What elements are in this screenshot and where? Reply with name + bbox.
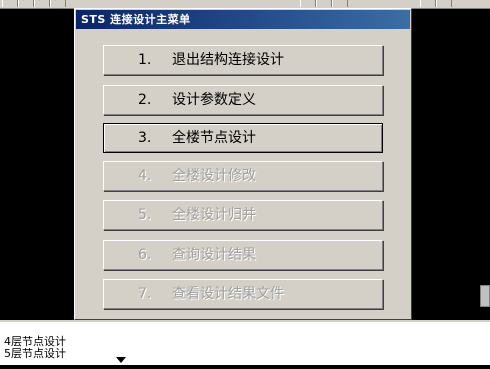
toolbar-button[interactable] — [34, 0, 50, 7]
toolbar-button[interactable] — [332, 0, 348, 7]
menu-item-node-design[interactable]: 3. 全楼节点设计 — [103, 123, 383, 153]
toolbar-button[interactable] — [436, 0, 452, 7]
toolbar-button[interactable] — [420, 0, 436, 7]
menu-item-view-result-file[interactable]: 7. 查看设计结果文件 — [103, 279, 383, 309]
menu-item-label: 设计参数定义 — [172, 92, 256, 108]
menu-item-number: 4. — [138, 168, 152, 184]
menu-item-number: 5. — [138, 207, 152, 223]
menu-item-label: 全楼设计修改 — [172, 168, 256, 184]
dialog-title: STS 连接设计主菜单 — [76, 10, 410, 29]
toolbar-button[interactable] — [2, 0, 18, 7]
main-menu-dialog: STS 连接设计主菜单 1. 退出结构连接设计 2. 设计参数定义 3. 全楼节… — [74, 8, 412, 320]
cursor-icon — [116, 357, 126, 363]
menu-item-label: 查看设计结果文件 — [172, 286, 284, 302]
menu-item-design-merge[interactable]: 5. 全楼设计归并 — [103, 200, 383, 230]
command-area[interactable]: 4层节点设计 5层节点设计 — [0, 320, 490, 369]
menu-item-query-results[interactable]: 6. 查询设计结果 — [103, 240, 383, 270]
toolbar-button[interactable] — [316, 0, 332, 7]
menu-item-design-modify[interactable]: 4. 全楼设计修改 — [103, 161, 383, 191]
menu-item-number: 3. — [138, 130, 152, 146]
menu-item-label: 全楼节点设计 — [172, 130, 256, 146]
toolbar-button[interactable] — [18, 0, 34, 7]
menu-item-number: 1. — [138, 52, 152, 68]
menu-item-label: 全楼设计归并 — [172, 207, 256, 223]
status-strip — [0, 365, 490, 369]
menu-item-label: 退出结构连接设计 — [172, 52, 284, 68]
menu-item-design-params[interactable]: 2. 设计参数定义 — [103, 85, 383, 115]
toolbar-button[interactable] — [300, 0, 316, 7]
menu-item-number: 6. — [138, 247, 152, 263]
command-line: 5层节点设计 — [4, 347, 66, 360]
menu-item-label: 查询设计结果 — [172, 247, 256, 263]
scrollbar-thumb[interactable] — [480, 285, 490, 307]
menu-item-exit[interactable]: 1. 退出结构连接设计 — [103, 45, 383, 75]
menu-item-number: 7. — [138, 286, 152, 302]
menu-item-number: 2. — [138, 92, 152, 108]
toolbar-button[interactable] — [50, 0, 66, 7]
